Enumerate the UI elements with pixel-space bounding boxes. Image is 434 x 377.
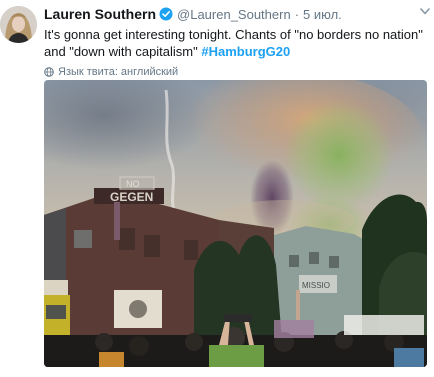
tweet-language: Язык твита: английский [44, 65, 428, 79]
tweet-timestamp[interactable]: 5 июл. [303, 7, 342, 22]
svg-text:NO: NO [126, 179, 140, 189]
author-fullname[interactable]: Lauren Southern [44, 6, 156, 22]
svg-text:MISSIO: MISSIO [302, 281, 330, 290]
tweet-header: Lauren Southern @Lauren_Southern · 5 июл… [44, 5, 428, 23]
tweet-photo[interactable]: GEGEN NO MISSIO [44, 80, 427, 367]
header-separator: · [294, 6, 300, 22]
language-label[interactable]: Язык твита: английский [58, 66, 178, 78]
globe-icon [44, 67, 54, 77]
tweet-text: It's gonna get interesting tonight. Chan… [44, 26, 424, 60]
tweet: Lauren Southern @Lauren_Southern · 5 июл… [0, 0, 434, 377]
avatar[interactable] [0, 6, 37, 43]
chevron-down-icon[interactable] [420, 8, 430, 15]
hashtag-link[interactable]: #HamburgG20 [201, 44, 290, 59]
tweet-content: Lauren Southern @Lauren_Southern · 5 июл… [44, 5, 428, 79]
author-username[interactable]: @Lauren_Southern [177, 7, 291, 22]
verified-badge-icon [159, 7, 173, 21]
svg-text:GEGEN: GEGEN [110, 190, 153, 204]
